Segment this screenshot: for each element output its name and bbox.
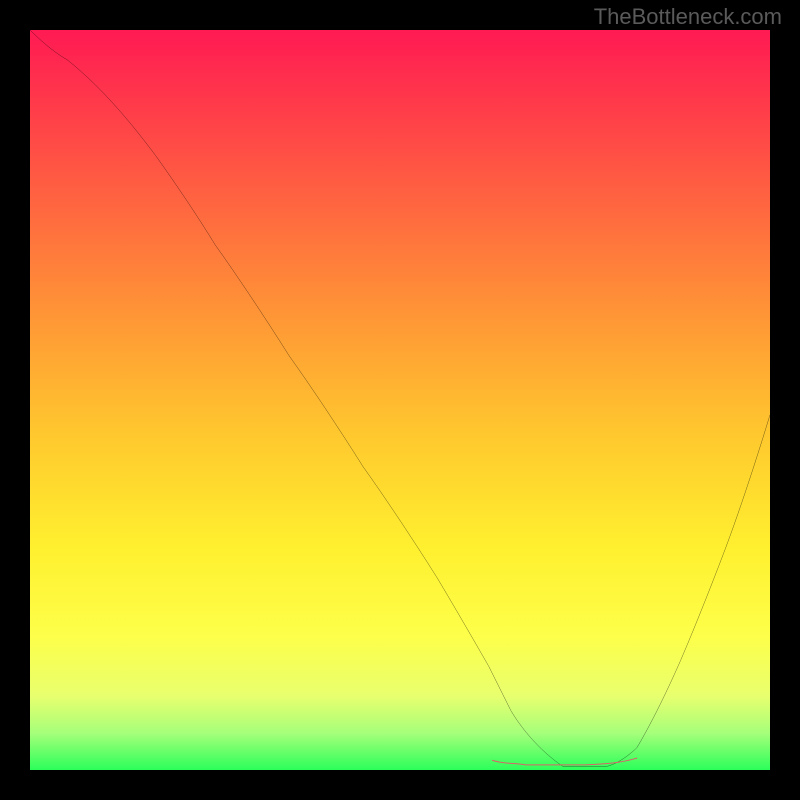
watermark-label: TheBottleneck.com <box>594 4 782 30</box>
chart-svg <box>30 30 770 770</box>
chart-area <box>30 30 770 770</box>
highlight-segment <box>493 758 637 765</box>
bottleneck-curve <box>30 30 770 766</box>
